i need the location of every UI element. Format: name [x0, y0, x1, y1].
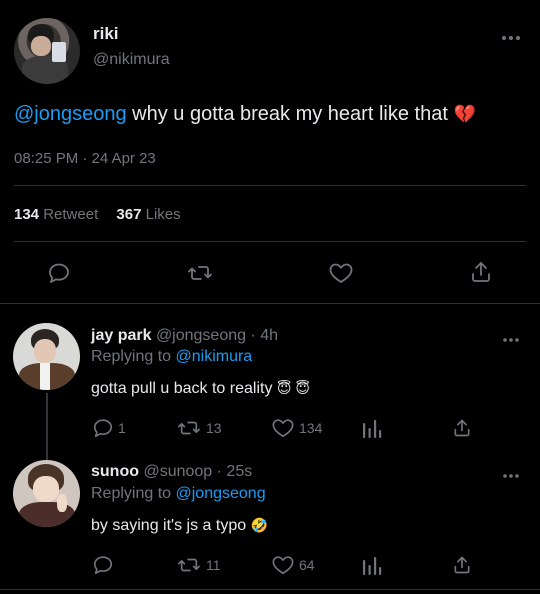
retweet-count: 11 [206, 557, 221, 573]
display-name[interactable]: riki [93, 24, 119, 44]
retweet-icon[interactable] [177, 554, 201, 576]
reply-count: 1 [118, 420, 126, 436]
replying-label: Replying to [91, 485, 172, 502]
share-icon[interactable] [452, 554, 472, 576]
like-icon[interactable] [271, 417, 295, 439]
handle[interactable]: @nikimura [93, 51, 170, 69]
share-icon[interactable] [469, 260, 493, 284]
retweet-count[interactable]: 134 [14, 206, 39, 223]
laughing-emoji: 🤣 [250, 517, 269, 533]
avatar-riki[interactable] [14, 18, 80, 84]
tweet-text: @jongseong why u gotta break my heart li… [14, 103, 476, 126]
like-count[interactable]: 367 [116, 206, 141, 223]
reply-header: sunoo @sunoop · 25s [91, 463, 252, 481]
like-icon[interactable] [271, 554, 295, 576]
reply-text: by saying it's js a typo 🤣 [91, 517, 268, 535]
halo-emoji: 😇 😇 [276, 380, 310, 396]
reply-header: jay park @jongseong · 4h [91, 327, 278, 345]
reply-time[interactable]: · 25s [217, 463, 253, 480]
handle[interactable]: @sunoop [143, 463, 212, 480]
thread-line [46, 393, 48, 460]
more-icon[interactable] [502, 332, 520, 343]
display-name[interactable]: jay park [91, 327, 151, 344]
avatar-sunoo[interactable] [13, 460, 80, 527]
divider [14, 241, 526, 242]
divider [0, 589, 540, 590]
reply-icon[interactable] [47, 261, 71, 285]
retweet-icon[interactable] [187, 261, 213, 285]
like-icon[interactable] [328, 261, 354, 285]
reply-body: gotta pull u back to reality [91, 380, 273, 397]
divider [0, 303, 540, 304]
reply-text: gotta pull u back to reality 😇 😇 [91, 380, 310, 398]
like-count: 134 [299, 420, 323, 436]
replying-to: Replying to @jongseong [91, 485, 266, 503]
replying-to-link[interactable]: @nikimura [176, 348, 253, 365]
tweet-stats: 134 Retweet 367 Likes [14, 206, 181, 223]
avatar-jay-park[interactable] [13, 323, 80, 390]
reply-icon[interactable] [92, 417, 114, 439]
retweet-count: 13 [206, 420, 222, 436]
reply-time[interactable]: · 4h [250, 327, 278, 344]
broken-heart-emoji: 💔 [453, 104, 476, 124]
handle[interactable]: @jongseong [156, 327, 246, 344]
analytics-icon[interactable] [362, 417, 382, 439]
replying-to-link[interactable]: @jongseong [176, 485, 266, 502]
like-label[interactable]: Likes [146, 206, 181, 223]
tweet-body: why u gotta break my heart like that [126, 103, 448, 125]
like-count: 64 [299, 557, 315, 573]
replying-label: Replying to [91, 348, 172, 365]
more-icon[interactable] [501, 30, 521, 41]
mention-link[interactable]: @jongseong [14, 103, 127, 125]
share-icon[interactable] [452, 417, 472, 439]
more-icon[interactable] [502, 468, 520, 479]
reply-body: by saying it's js a typo [91, 517, 247, 534]
divider [14, 185, 526, 186]
tweet-timestamp[interactable]: 08:25 PM · 24 Apr 23 [14, 150, 156, 167]
reply-icon[interactable] [92, 554, 114, 576]
replying-to: Replying to @nikimura [91, 348, 252, 366]
retweet-label[interactable]: Retweet [43, 206, 98, 223]
display-name[interactable]: sunoo [91, 463, 139, 480]
retweet-icon[interactable] [177, 417, 201, 439]
analytics-icon[interactable] [362, 554, 382, 576]
